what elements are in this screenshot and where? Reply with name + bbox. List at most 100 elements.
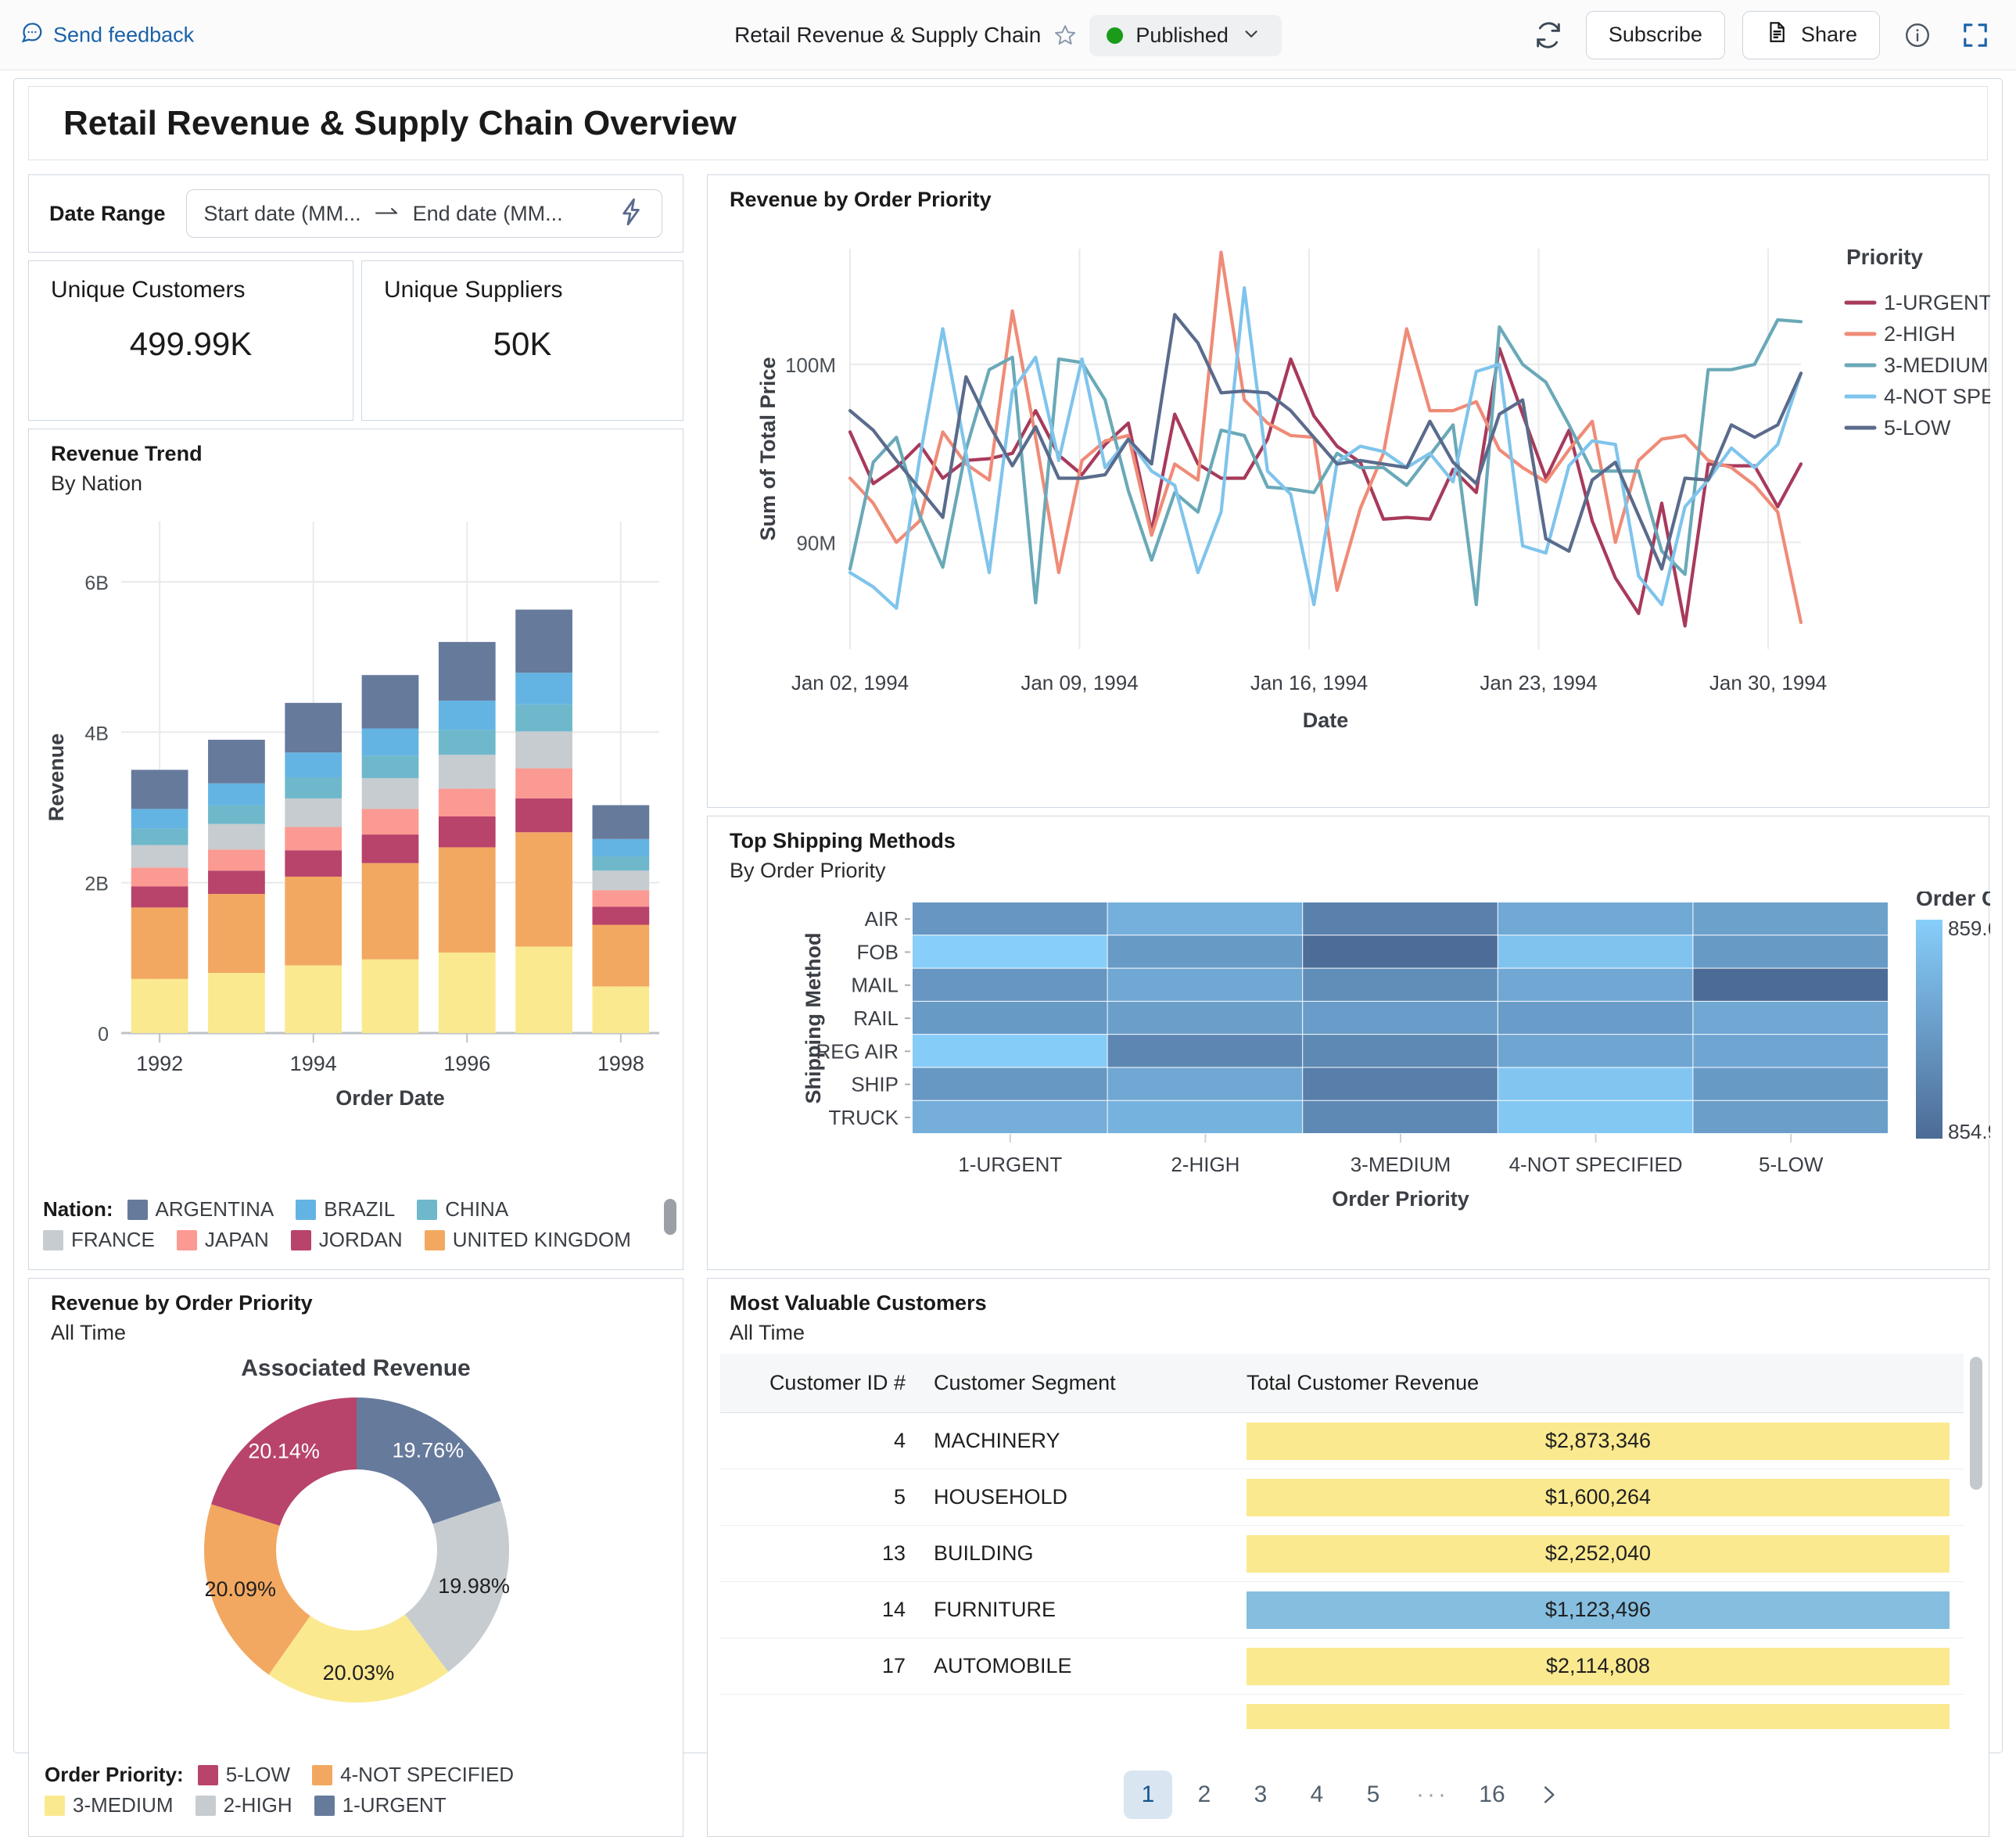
donut-legend-item-1-urgent[interactable]: 1-URGENT — [314, 1793, 447, 1817]
column-header-customer-id[interactable]: Customer ID # — [720, 1354, 920, 1413]
cell-total-revenue — [1232, 1694, 1964, 1729]
legend-item-jordan[interactable]: JORDAN — [290, 1228, 403, 1252]
donut-legend-item-3-medium[interactable]: 3-MEDIUM — [45, 1793, 174, 1817]
donut-subtitle: All Time — [51, 1321, 127, 1344]
donut-legend-item-2-high[interactable]: 2-HIGH — [195, 1793, 292, 1817]
svg-text:1994: 1994 — [290, 1052, 337, 1075]
revenue-trend-panel: Revenue Trend By Nation 0 2B 4B 6B 1992 1994 1… — [28, 429, 683, 1270]
legend-label: 3-MEDIUM — [73, 1793, 174, 1817]
svg-text:100M: 100M — [785, 353, 836, 377]
table-pagination: 1 2 3 4 5 ··· 16 — [708, 1771, 1989, 1819]
table-row[interactable]: 5 HOUSEHOLD $1,600,264 — [720, 1469, 1964, 1526]
start-date-field[interactable]: Start date (MM... — [204, 202, 361, 226]
legend-swatch — [197, 1764, 218, 1785]
customers-table-scroll-area[interactable]: Customer ID # Customer Segment Total Cus… — [720, 1354, 1979, 1729]
dashboard-canvas: Retail Revenue & Supply Chain Overview D… — [13, 78, 2003, 1837]
donut-legend-item-4-not-specified[interactable]: 4-NOT SPECIFIED — [312, 1763, 514, 1787]
revenue-bar: $2,114,808 — [1247, 1647, 1950, 1685]
associated-revenue-donut-chart[interactable]: 19.76% 19.98% 20.03% 20.09% 20.14% — [29, 1382, 684, 1742]
app-toolbar: Send feedback Retail Revenue & Supply Ch… — [0, 0, 2016, 70]
top-shipping-methods-panel: Top Shipping Methods By Order Priority A… — [707, 816, 1990, 1270]
svg-text:859.65K: 859.65K — [1948, 917, 1990, 940]
table-row[interactable]: 13 BUILDING $2,252,040 — [720, 1525, 1964, 1582]
legend-label: ARGENTINA — [155, 1197, 274, 1221]
kpi-label: Unique Suppliers — [384, 277, 563, 303]
legend-item-argentina[interactable]: ARGENTINA — [127, 1197, 274, 1222]
table-row[interactable]: 14 FURNITURE $1,123,496 — [720, 1581, 1964, 1638]
donut-legend: Order Priority: 5-LOW 4-NOT SPECIFIED 3-MED… — [45, 1763, 670, 1824]
top-shipping-methods-heatmap[interactable]: AIR FOB MAIL RAIL REG AIR SHIP TRUCK 1-URGENT 2-… — [708, 892, 1990, 1267]
legend-swatch — [127, 1199, 148, 1220]
revenue-trend-chart[interactable]: 0 2B 4B 6B 1992 1994 1996 1998 Order Date Revenue — [29, 508, 684, 1125]
column-header-customer-segment[interactable]: Customer Segment — [920, 1354, 1232, 1413]
legend-item-china[interactable]: CHINA — [417, 1197, 508, 1222]
svg-text:Shipping Method: Shipping Method — [802, 933, 825, 1104]
revenue-bar: $1,123,496 — [1247, 1591, 1950, 1629]
legend-title: Nation: — [43, 1197, 113, 1221]
pagination-page-4[interactable]: 4 — [1293, 1771, 1341, 1819]
refresh-icon[interactable] — [1528, 15, 1569, 56]
kpi-value: 50K — [493, 325, 552, 362]
legend-item-japan[interactable]: JAPAN — [176, 1228, 269, 1252]
cell-total-revenue: $2,114,808 — [1232, 1638, 1964, 1695]
info-icon[interactable] — [1897, 15, 1938, 56]
svg-text:2-HIGH: 2-HIGH — [1884, 322, 1956, 346]
svg-text:4-NOT SPECIFIED: 4-NOT SPECIFIED — [1884, 385, 1990, 408]
fullscreen-icon[interactable] — [1955, 15, 1996, 56]
legend-item-brazil[interactable]: BRAZIL — [296, 1197, 395, 1222]
revenue-bar — [1247, 1703, 1950, 1729]
pagination-page-16[interactable]: 16 — [1468, 1771, 1516, 1819]
publish-status-dropdown[interactable]: Published — [1089, 14, 1282, 56]
subscribe-button[interactable]: Subscribe — [1585, 10, 1725, 59]
table-subtitle: All Time — [730, 1321, 805, 1344]
trend-legend-scrollbar[interactable] — [664, 1199, 676, 1235]
legend-label: 5-LOW — [225, 1763, 291, 1786]
pagination-next-button[interactable] — [1524, 1771, 1573, 1819]
svg-text:4B: 4B — [84, 723, 109, 744]
svg-text:854.95K: 854.95K — [1948, 1120, 1990, 1143]
kpi-unique-suppliers: Unique Suppliers 50K — [361, 260, 683, 421]
svg-text:Revenue: Revenue — [45, 734, 68, 822]
heatmap-subtitle: By Order Priority — [730, 859, 886, 882]
pagination-page-1[interactable]: 1 — [1124, 1771, 1172, 1819]
arrow-right-icon — [374, 203, 400, 224]
legend-label: 2-HIGH — [223, 1793, 292, 1817]
svg-text:Priority: Priority — [1846, 245, 1923, 269]
revenue-bar: $1,600,264 — [1247, 1478, 1950, 1516]
lightning-bolt-icon[interactable] — [618, 197, 644, 231]
svg-text:90M: 90M — [796, 531, 836, 554]
svg-text:AIR: AIR — [865, 907, 899, 931]
table-scrollbar[interactable] — [1970, 1357, 1982, 1490]
end-date-field[interactable]: End date (MM... — [413, 202, 563, 226]
donut-legend-item-5-low[interactable]: 5-LOW — [197, 1763, 291, 1787]
table-row[interactable] — [720, 1694, 1964, 1729]
legend-label: UNITED KINGDOM — [452, 1228, 631, 1251]
column-header-total-revenue[interactable]: Total Customer Revenue — [1232, 1354, 1964, 1413]
svg-text:Sum of Total Price: Sum of Total Price — [756, 357, 780, 540]
legend-swatch — [417, 1199, 438, 1220]
cell-customer-segment — [920, 1694, 1232, 1729]
svg-text:5-LOW: 5-LOW — [1759, 1153, 1824, 1176]
svg-text:SHIP: SHIP — [851, 1073, 899, 1096]
legend-item-france[interactable]: FRANCE — [43, 1228, 155, 1252]
table-row[interactable]: 4 MACHINERY $2,873,346 — [720, 1412, 1964, 1469]
pagination-page-2[interactable]: 2 — [1180, 1771, 1229, 1819]
donut-title: Revenue by Order Priority — [51, 1291, 313, 1315]
cell-total-revenue: $2,252,040 — [1232, 1525, 1964, 1582]
legend-label: JORDAN — [318, 1228, 403, 1251]
status-dot-icon — [1107, 27, 1124, 44]
pagination-page-5[interactable]: 5 — [1349, 1771, 1397, 1819]
share-button[interactable]: Share — [1742, 10, 1880, 59]
send-feedback-link[interactable]: Send feedback — [20, 20, 194, 49]
table-row[interactable]: 17 AUTOMOBILE $2,114,808 — [720, 1638, 1964, 1695]
pagination-ellipsis: ··· — [1416, 1781, 1449, 1807]
legend-item-united-kingdom[interactable]: UNITED KINGDOM — [424, 1228, 631, 1252]
favorite-star-icon[interactable] — [1053, 23, 1077, 47]
svg-text:Order Count: Order Count — [1916, 892, 1990, 910]
date-range-input[interactable]: Start date (MM... End date (MM... — [185, 189, 662, 238]
legend-label: 4-NOT SPECIFIED — [340, 1763, 515, 1786]
share-label: Share — [1800, 23, 1857, 46]
pagination-page-3[interactable]: 3 — [1236, 1771, 1285, 1819]
revenue-by-priority-line-chart[interactable]: 90M 100M Jan 02, 1994 Jan 09, 1994 Jan 16, 1… — [708, 211, 1990, 805]
kpi-label: Unique Customers — [51, 277, 246, 303]
